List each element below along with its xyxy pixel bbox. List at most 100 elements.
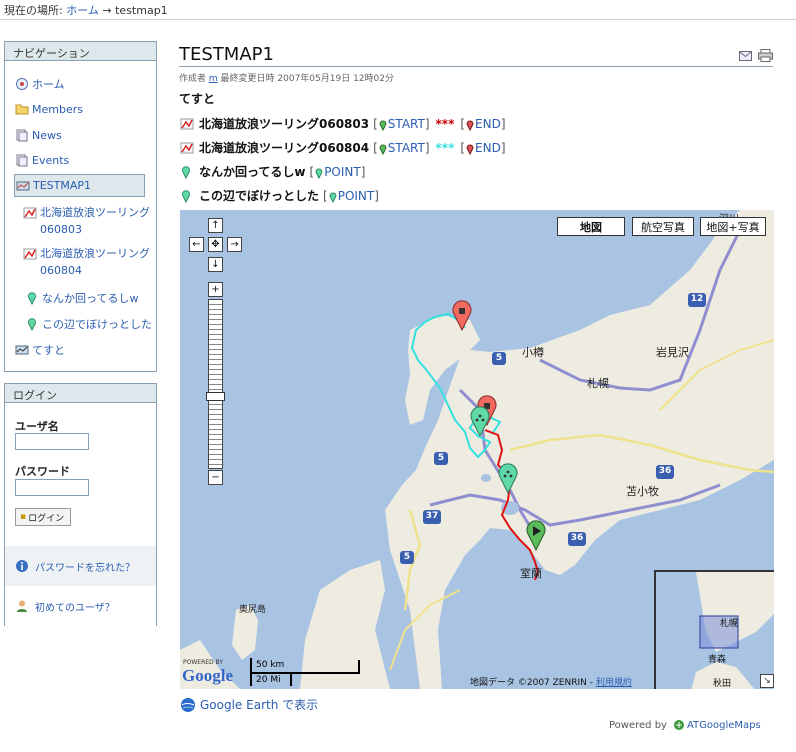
route-start-link[interactable]: START: [388, 117, 425, 131]
pan-right-button[interactable]: →: [227, 237, 242, 252]
minimap-toggle-button[interactable]: ↘: [760, 674, 774, 688]
road-number: 5: [495, 353, 503, 363]
scale-mi: 20 Mi: [256, 675, 281, 685]
author-link[interactable]: m: [209, 74, 218, 84]
route-end-link[interactable]: END: [475, 117, 501, 131]
route-start-link[interactable]: START: [388, 141, 425, 155]
arrow-left-icon: ←: [192, 239, 201, 250]
route-name-link[interactable]: 北海道放浪ツーリング060803: [199, 115, 369, 132]
google-logo[interactable]: Google: [182, 666, 233, 686]
byline: 作成者 m 最終変更日時 2007年05月19日 12時02分: [179, 71, 394, 84]
zoom-slider-handle[interactable]: [206, 392, 225, 401]
nav-item-route-060804[interactable]: 北海道放浪ツーリング060804: [23, 245, 151, 279]
google-earth-label: Google Earth で表示: [200, 698, 319, 712]
pan-left-button[interactable]: ←: [189, 237, 204, 252]
route-icon: [180, 142, 194, 153]
point-link[interactable]: POINT: [338, 189, 375, 203]
point-name-link[interactable]: この辺でぼけっとした: [199, 187, 319, 204]
route-line-sample: ***: [435, 140, 455, 155]
route-name-link[interactable]: 北海道放浪ツーリング060804: [199, 139, 369, 156]
point-link[interactable]: POINT: [324, 165, 361, 179]
minimap-label: 札幌: [720, 619, 739, 629]
end-marker-icon: [466, 144, 474, 155]
zoom-out-button[interactable]: −: [208, 470, 223, 485]
nav-item-news[interactable]: News: [15, 128, 62, 142]
google-map[interactable]: 12 5 5 36 36 37 5 小樽 岩見沢 札幌 苫小牧 室蘭 奥尻島 深…: [180, 210, 774, 689]
new-user-link[interactable]: 初めてのユーザ？: [5, 586, 156, 626]
username-input[interactable]: [15, 433, 89, 450]
login-button[interactable]: ▪ ログイン: [15, 508, 71, 526]
point-name-link[interactable]: なんか回ってるしw: [199, 163, 306, 180]
atgooglemaps-link[interactable]: ATGoogleMaps: [687, 720, 761, 731]
route-row: 北海道放浪ツーリング060803 [ START ] *** [ END ]: [179, 115, 506, 132]
map-type-label: 地図+写真: [706, 220, 760, 234]
minimap-canvas[interactable]: [656, 572, 774, 689]
map-type-hybrid-button[interactable]: 地図+写真: [700, 217, 766, 236]
google-earth-link[interactable]: Google Earth で表示: [180, 696, 318, 713]
start-marker-icon: [379, 144, 387, 155]
map-copyright: 地図データ ©2007 ZENRIN - 利用規約: [470, 675, 632, 688]
breadcrumb-current: testmap1: [115, 4, 168, 17]
nav-item-events[interactable]: Events: [15, 153, 69, 167]
atgooglemaps-icon: [673, 720, 684, 730]
email-icon[interactable]: [739, 51, 752, 61]
start-marker-icon: [379, 120, 387, 131]
route-end-link[interactable]: END: [475, 141, 501, 155]
place-label: 小樽: [522, 346, 544, 359]
road-number: 37: [425, 511, 439, 521]
nav-item-label: News: [32, 128, 62, 142]
map-type-label: 航空写真: [641, 220, 685, 234]
zoom-slider[interactable]: [208, 299, 223, 469]
point-row: この辺でぼけっとした [ POINT ]: [179, 187, 379, 204]
info-icon: [16, 560, 28, 572]
overview-minimap[interactable]: 札幌 青森 秋田 ↘: [654, 570, 774, 689]
login-button-label: ログイン: [28, 513, 65, 524]
nav-item-testmap1[interactable]: TESTMAP1: [14, 174, 145, 197]
navigation-portlet: ナビゲーション ホーム Members News Events TESTMAP1…: [4, 41, 157, 372]
nav-item-point-1[interactable]: なんか回ってるしw: [25, 290, 138, 306]
print-icon[interactable]: [758, 49, 773, 62]
minimap-label: 秋田: [713, 679, 732, 689]
center-icon: ✥: [211, 239, 220, 250]
arrow-up-icon: ↑: [211, 220, 220, 231]
byline-prefix: 作成者: [179, 74, 207, 84]
nav-item-home[interactable]: ホーム: [15, 76, 65, 92]
road-number: 12: [690, 294, 704, 304]
arrow-down-icon: ↓: [211, 259, 220, 270]
nav-item-tesuto[interactable]: てすと: [15, 342, 65, 358]
point-marker-icon: [315, 168, 323, 179]
nav-item-label: 北海道放浪ツーリング060803: [40, 206, 150, 236]
nav-item-label: Events: [32, 153, 70, 167]
terms-link[interactable]: 利用規約: [596, 678, 632, 688]
forgot-password-link[interactable]: パスワードを忘れた？: [5, 546, 156, 586]
map-type-satellite-button[interactable]: 航空写真: [632, 217, 694, 236]
copyright-text: 地図データ ©2007 ZENRIN -: [470, 678, 593, 688]
place-label: 札幌: [587, 377, 609, 390]
page-title: TESTMAP1: [179, 44, 274, 65]
map-scale: 50 km 20 Mi: [250, 658, 360, 686]
pan-down-button[interactable]: ↓: [208, 257, 223, 272]
pan-up-button[interactable]: ↑: [208, 218, 223, 233]
navigation-title: ナビゲーション: [5, 42, 156, 61]
password-label: パスワード: [15, 465, 70, 478]
login-title: ログイン: [5, 384, 156, 403]
breadcrumb-home-link[interactable]: ホーム: [66, 4, 99, 17]
title-divider: [179, 66, 773, 67]
nav-item-label: Members: [32, 102, 83, 116]
place-label: 室蘭: [520, 567, 542, 580]
collapse-arrow-icon: ↘: [763, 676, 771, 686]
events-icon: [16, 154, 28, 167]
nav-item-members[interactable]: Members: [15, 102, 83, 116]
login-portlet: ログイン ユーザ名 パスワード ▪ ログイン パスワードを忘れた？ 初めてのユー…: [4, 383, 157, 626]
pan-center-button[interactable]: ✥: [208, 237, 223, 252]
nav-item-point-2[interactable]: この辺でぼけっとした: [25, 316, 152, 332]
route-row: 北海道放浪ツーリング060804 [ START ] *** [ END ]: [179, 139, 506, 156]
place-label: 岩見沢: [656, 346, 689, 359]
place-label: 苫小牧: [626, 485, 659, 498]
breadcrumb-prefix: 現在の場所:: [4, 4, 63, 17]
password-input[interactable]: [15, 479, 89, 496]
zoom-in-button[interactable]: +: [208, 282, 223, 297]
plus-icon: +: [211, 284, 220, 295]
map-type-map-button[interactable]: 地図: [557, 217, 625, 236]
nav-item-route-060803[interactable]: 北海道放浪ツーリング060803: [23, 204, 151, 238]
